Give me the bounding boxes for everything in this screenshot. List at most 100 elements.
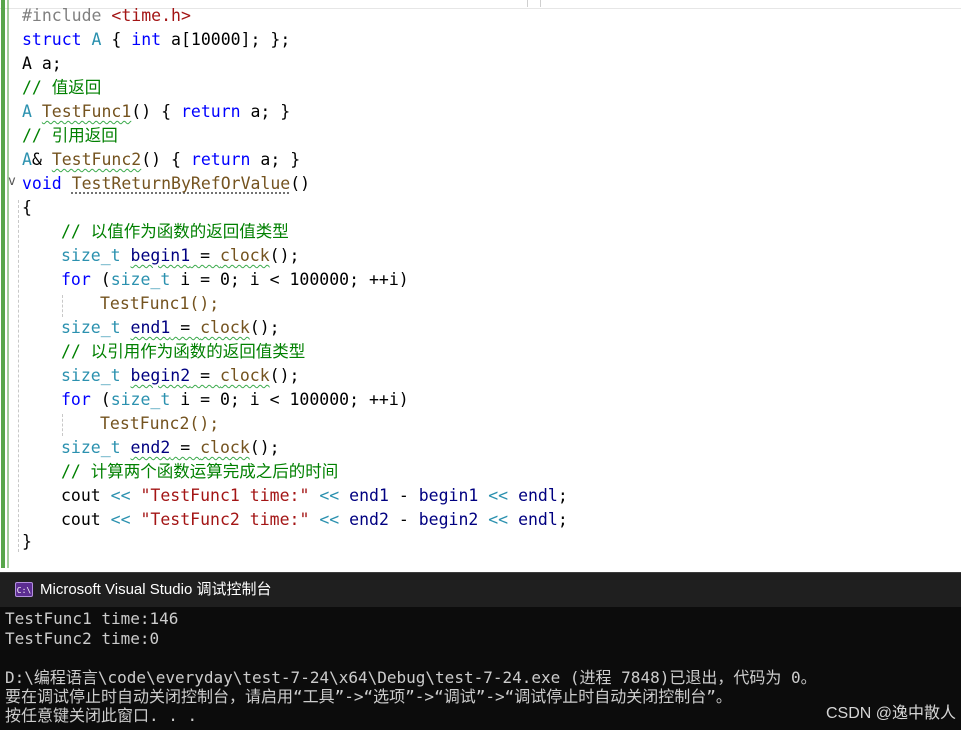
function-name: TestReturnByRefOrValue xyxy=(71,174,291,193)
function-call: TestFunc2(); xyxy=(100,414,220,433)
code-text: = xyxy=(190,246,220,265)
code-text: A a; xyxy=(22,54,62,73)
fold-toggle-icon[interactable]: v xyxy=(8,171,22,195)
code-text: ; xyxy=(557,510,568,529)
variable-name: end1 xyxy=(349,486,389,505)
operator: << xyxy=(309,486,350,505)
code-text: () { xyxy=(141,150,191,169)
keyword: for xyxy=(61,270,91,289)
function-call: TestFunc1(); xyxy=(100,294,220,313)
code-text: (); xyxy=(249,438,280,457)
string-literal: "TestFunc1 time:" xyxy=(140,486,310,505)
code-line[interactable]: void TestReturnByRefOrValue() xyxy=(22,172,310,196)
code-comment[interactable]: // 引用返回 xyxy=(22,124,118,148)
change-tracking-bar xyxy=(1,0,5,568)
code-comment[interactable]: // 计算两个函数运算完成之后的时间 xyxy=(61,460,338,484)
code-text: a; } xyxy=(250,150,301,169)
keyword: struct xyxy=(22,30,82,49)
keyword: int xyxy=(131,30,162,49)
document-tab[interactable] xyxy=(215,0,528,7)
code-line[interactable]: TestFunc2(); xyxy=(100,412,219,436)
indent-guide xyxy=(62,295,63,317)
code-text: () { xyxy=(131,102,181,121)
function-name: TestFunc1 xyxy=(41,102,132,121)
variable-name: endl xyxy=(518,486,558,505)
type-name: A xyxy=(91,30,102,49)
console-title-bar[interactable]: C:\ Microsoft Visual Studio 调试控制台 xyxy=(0,572,961,607)
string-literal: "TestFunc2 time:" xyxy=(140,510,310,529)
code-line[interactable]: A a; xyxy=(22,52,62,76)
include-path: <time.h> xyxy=(111,6,191,25)
code-line[interactable]: cout << "TestFunc2 time:" << end2 - begi… xyxy=(61,508,568,532)
operator: - xyxy=(388,486,419,505)
type-name: size_t xyxy=(61,438,121,457)
variable-name: begin2 xyxy=(418,510,479,529)
code-text: (); xyxy=(249,318,280,337)
code-comment[interactable]: // 值返回 xyxy=(22,76,101,100)
debug-console-window[interactable]: C:\ Microsoft Visual Studio 调试控制台 TestFu… xyxy=(0,572,961,730)
code-text: i = 0; i < 100000; ++i) xyxy=(170,390,409,409)
console-output-line: 按任意键关闭此窗口. . . xyxy=(5,706,198,725)
code-line[interactable]: size_t end2 = clock(); xyxy=(61,436,280,460)
code-text: a[10000]; }; xyxy=(161,30,291,49)
code-comment[interactable]: // 以值作为函数的返回值类型 xyxy=(61,220,289,244)
variable-name: endl xyxy=(518,510,558,529)
code-line[interactable]: #include <time.h> xyxy=(22,4,191,28)
code-line[interactable]: A TestFunc1() { return a; } xyxy=(22,100,290,124)
console-output-line: D:\编程语言\code\everyday\test-7-24\x64\Debu… xyxy=(5,668,817,687)
function-call: clock xyxy=(219,366,270,385)
console-output-line: TestFunc2 time:0 xyxy=(5,629,160,648)
code-line[interactable]: struct A { int a[10000]; }; xyxy=(22,28,290,52)
code-text: () xyxy=(290,174,311,193)
code-line[interactable]: cout << "TestFunc1 time:" << end1 - begi… xyxy=(61,484,568,508)
code-text: { xyxy=(101,30,132,49)
code-text: ( xyxy=(90,270,111,289)
code-line[interactable]: size_t begin2 = clock(); xyxy=(61,364,299,388)
code-comment[interactable]: // 以引用作为函数的返回值类型 xyxy=(61,340,305,364)
code-text: ; xyxy=(557,486,568,505)
code-text: = xyxy=(170,318,201,337)
code-line[interactable]: } xyxy=(22,530,32,554)
document-tab[interactable] xyxy=(540,0,961,7)
keyword: void xyxy=(22,174,62,193)
type-name: size_t xyxy=(110,270,171,289)
code-line[interactable]: for (size_t i = 0; i < 100000; ++i) xyxy=(61,268,409,292)
code-text: a; } xyxy=(240,102,291,121)
type-name: A xyxy=(22,150,32,169)
console-app-icon: C:\ xyxy=(15,582,33,597)
code-line[interactable]: A& TestFunc2() { return a; } xyxy=(22,148,300,172)
code-line[interactable]: for (size_t i = 0; i < 100000; ++i) xyxy=(61,388,409,412)
operator: - xyxy=(388,510,419,529)
keyword: for xyxy=(61,390,91,409)
code-text: cout xyxy=(61,486,101,505)
change-tracking-bar xyxy=(7,0,9,568)
code-line[interactable]: size_t begin1 = clock(); xyxy=(61,244,299,268)
code-text: i = 0; i < 100000; ++i) xyxy=(170,270,409,289)
type-name: size_t xyxy=(110,390,171,409)
function-call: clock xyxy=(200,318,250,337)
variable-name: end1 xyxy=(130,318,171,337)
code-line[interactable]: size_t end1 = clock(); xyxy=(61,316,280,340)
code-text: ( xyxy=(90,390,111,409)
indent-guide xyxy=(62,414,63,436)
code-text: & xyxy=(31,150,52,169)
variable-name: end2 xyxy=(349,510,389,529)
type-name: size_t xyxy=(61,318,121,337)
type-name: A xyxy=(22,102,32,121)
code-editor[interactable]: #include <time.h> struct A { int a[10000… xyxy=(0,0,961,572)
watermark: CSDN @逸中散人 xyxy=(825,705,956,722)
code-line[interactable]: { xyxy=(22,196,32,220)
code-line[interactable]: TestFunc1(); xyxy=(100,292,219,316)
function-name: TestFunc2 xyxy=(51,150,142,169)
type-name: size_t xyxy=(61,246,121,265)
code-text: { xyxy=(22,198,32,217)
operator: << xyxy=(100,510,141,529)
variable-name: end2 xyxy=(130,438,171,457)
code-text: (); xyxy=(269,246,300,265)
preprocessor-directive: #include xyxy=(22,6,112,25)
variable-name: begin2 xyxy=(130,366,191,385)
operator: << xyxy=(478,510,519,529)
function-call: clock xyxy=(219,246,270,265)
type-name: size_t xyxy=(61,366,121,385)
console-output-line: 要在调试停止时自动关闭控制台，请启用“工具”->“选项”->“调试”->“调试停… xyxy=(5,687,732,706)
